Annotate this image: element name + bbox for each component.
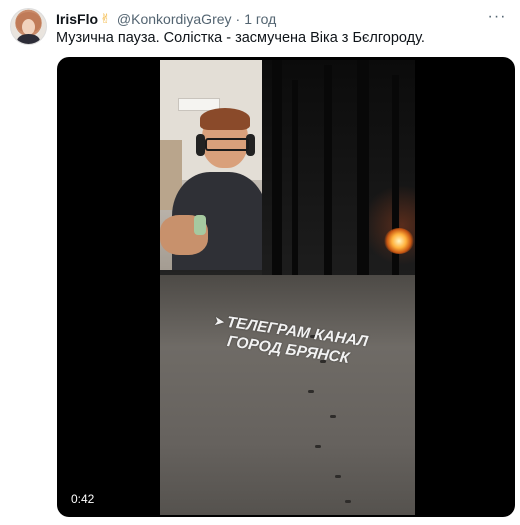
- tweet-card[interactable]: IrisFlo ✌ @KonkordiyaGrey · 1 год ··· Му…: [0, 0, 520, 525]
- avatar-face: [22, 19, 35, 35]
- video-player[interactable]: ➤ТЕЛЕГРАМ КАНАЛ ГОРОД БРЯНСК 0:42: [57, 57, 515, 517]
- telegram-plane-icon: ➤: [212, 313, 226, 330]
- smartwatch: [194, 215, 206, 235]
- footprint: [335, 475, 341, 478]
- fire-light: [384, 228, 414, 254]
- tweet-text: Музична пауза. Солістка - засмучена Віка…: [56, 30, 425, 46]
- tree-trunk: [292, 80, 298, 275]
- fire-glow: [367, 180, 415, 270]
- picture-in-picture-webcam: [160, 60, 262, 270]
- timestamp-link[interactable]: 1 год: [244, 11, 276, 27]
- footprint: [330, 415, 336, 418]
- headphones-icon: [196, 134, 205, 156]
- night-scene: [262, 60, 415, 275]
- footprint: [345, 500, 351, 503]
- tree-trunk: [357, 60, 369, 275]
- video-frame[interactable]: ➤ТЕЛЕГРАМ КАНАЛ ГОРОД БРЯНСК: [160, 60, 415, 515]
- more-dots-icon[interactable]: ···: [486, 6, 508, 28]
- person-hair: [200, 108, 250, 130]
- tree-trunk: [324, 65, 332, 275]
- tree-trunk: [272, 60, 282, 275]
- victory-hand-emoji: ✌: [100, 11, 111, 26]
- video-duration: 0:42: [66, 490, 100, 508]
- separator-dot: ·: [235, 11, 241, 27]
- footprint: [315, 445, 321, 448]
- display-name[interactable]: IrisFlo: [56, 11, 98, 27]
- tweet-header: IrisFlo ✌ @KonkordiyaGrey · 1 год: [56, 10, 276, 28]
- avatar[interactable]: [10, 8, 47, 45]
- snow-ground: [160, 275, 415, 515]
- avatar-body: [17, 34, 40, 44]
- footprint: [308, 390, 314, 393]
- user-handle[interactable]: @KonkordiyaGrey: [117, 11, 232, 27]
- glasses: [205, 138, 249, 151]
